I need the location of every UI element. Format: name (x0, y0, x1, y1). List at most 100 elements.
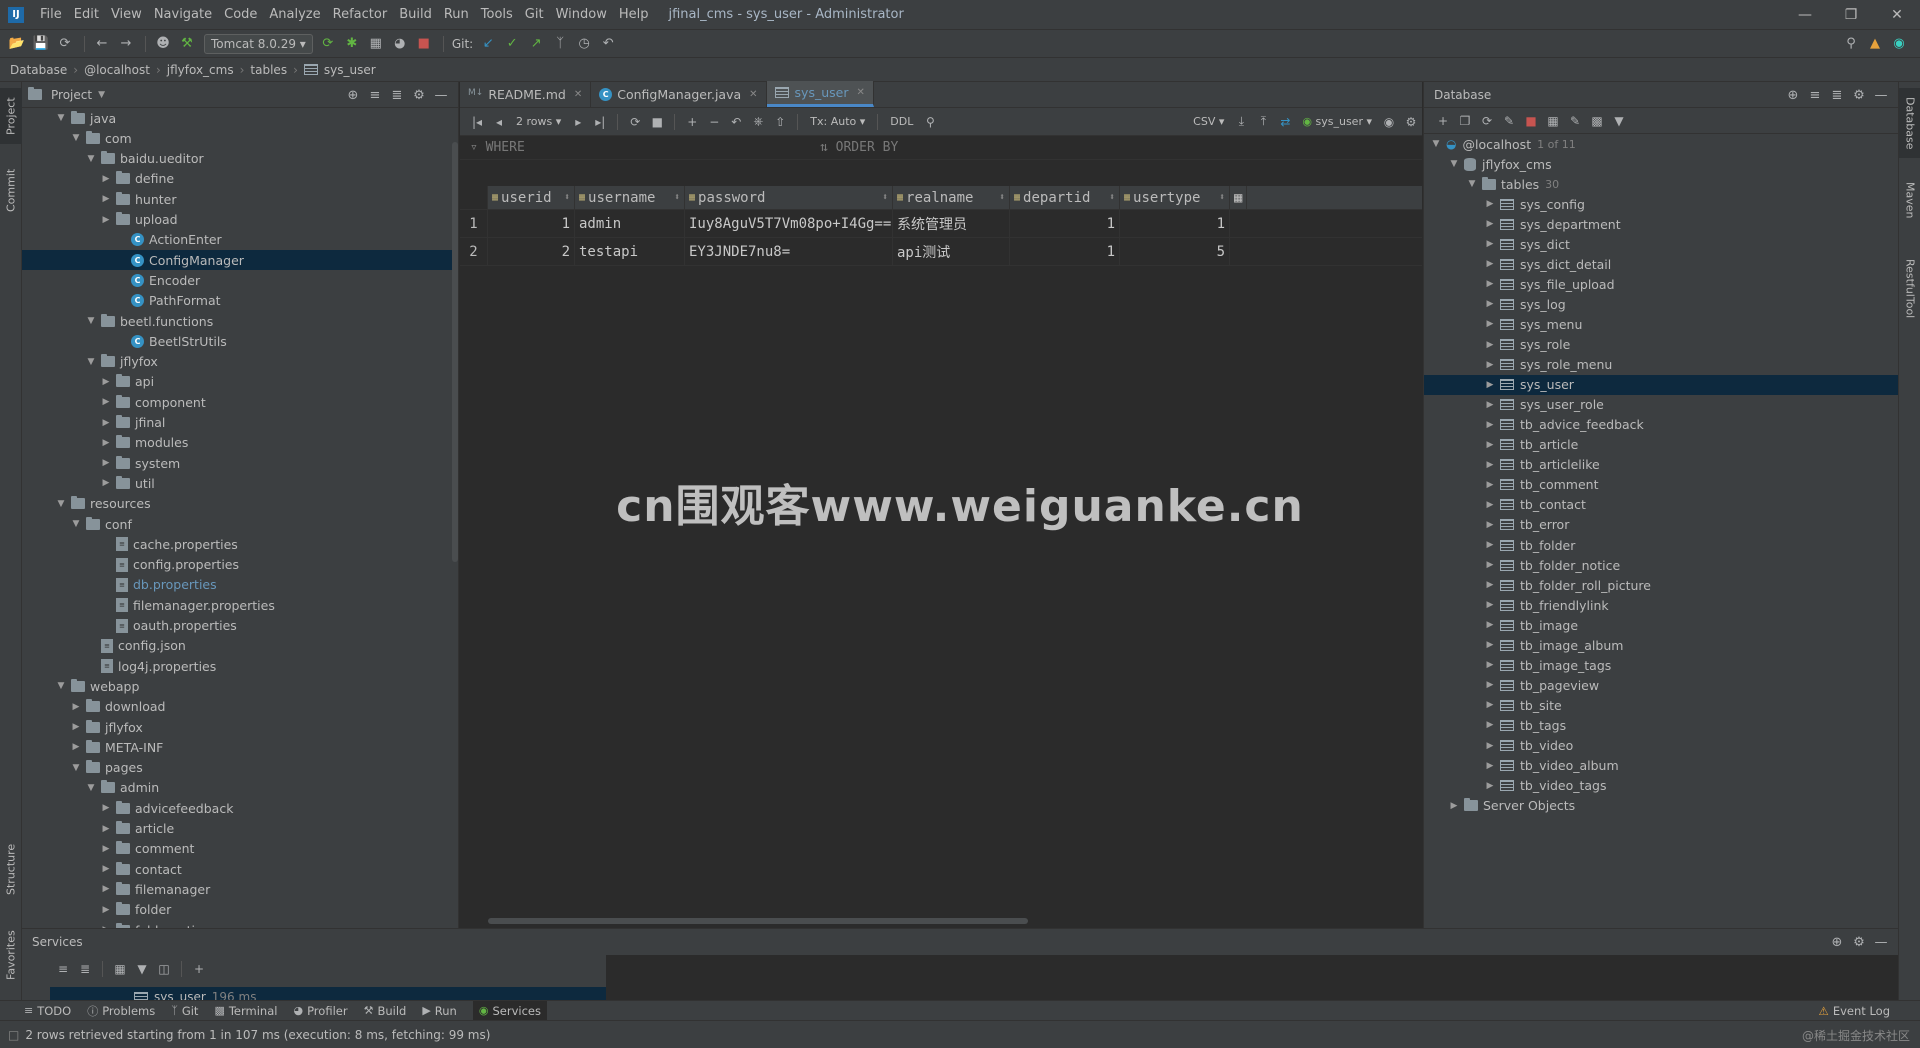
close-icon[interactable]: ✕ (856, 87, 864, 98)
tree-item[interactable]: C BeetlStrUtils (22, 331, 452, 351)
db-tree-item[interactable]: ▶ tb_image_tags (1424, 655, 1899, 675)
tree-item[interactable]: ▶ comment (22, 839, 452, 859)
chevron-right-icon[interactable]: ▶ (70, 742, 82, 752)
table-cell[interactable]: 1 (1010, 238, 1120, 265)
collapse-all-icon[interactable]: ≣ (386, 88, 408, 103)
sort-icon[interactable]: ⬍ (999, 192, 1005, 203)
where-filter-input[interactable]: ▿ WHERE (460, 140, 790, 155)
hide-icon[interactable]: — (1870, 88, 1892, 103)
chevron-right-icon[interactable]: ▶ (1484, 761, 1496, 771)
chevron-down-icon[interactable]: ▼ (1430, 139, 1442, 149)
console-icon[interactable]: ▩ (1586, 114, 1608, 128)
submit-icon[interactable]: ⎈ (747, 114, 769, 129)
jetbrains-logo-icon[interactable]: ◉ (1888, 33, 1910, 55)
tab-todo[interactable]: ≡ TODO (24, 1004, 71, 1018)
tree-item[interactable]: ▶ util (22, 473, 452, 493)
table-cell[interactable]: 5 (1120, 238, 1230, 265)
view-icon[interactable]: ◉ (1378, 115, 1400, 129)
db-tree-item[interactable]: ▶ tb_folder (1424, 535, 1899, 555)
locate-icon[interactable]: ⊕ (1826, 935, 1848, 950)
tree-item[interactable]: ▼ admin (22, 778, 452, 798)
tab-problems[interactable]: ⓘ Problems (87, 1003, 155, 1019)
breadcrumb-item[interactable]: tables (250, 63, 287, 77)
db-tree-item[interactable]: ▶ sys_role (1424, 335, 1899, 355)
table-cell[interactable]: admin (575, 210, 685, 237)
tree-item[interactable]: C Encoder (22, 270, 452, 290)
debug-icon[interactable]: ✱ (341, 33, 363, 55)
db-tree-item[interactable]: ▶ tb_advice_feedback (1424, 415, 1899, 435)
chevron-right-icon[interactable]: ▶ (1484, 560, 1496, 570)
last-page-icon[interactable]: ▸| (589, 115, 611, 129)
hide-icon[interactable]: — (430, 88, 452, 103)
tree-item[interactable]: ▶ folder (22, 900, 452, 920)
gear-icon[interactable]: ⚙ (1848, 88, 1870, 103)
chevron-down-icon[interactable]: ▼ (55, 499, 67, 509)
export-format-select[interactable]: CSV ▾ (1193, 115, 1224, 128)
collapse-all-icon[interactable]: ≣ (1826, 88, 1848, 103)
filter-icon[interactable]: ▼ (1608, 114, 1630, 128)
column-header[interactable]: ▦ departid ⬍ (1010, 186, 1120, 209)
db-tree-item[interactable]: ▶ tb_video_tags (1424, 776, 1899, 796)
db-tree-item[interactable]: ▶ tb_comment (1424, 475, 1899, 495)
chevron-right-icon[interactable]: ▶ (70, 702, 82, 712)
breadcrumb-item[interactable]: jflyfox_cms (167, 63, 234, 77)
tab-terminal[interactable]: ▩ Terminal (214, 1004, 277, 1018)
coverage-icon[interactable]: ▦ (365, 33, 387, 55)
tree-item[interactable]: C ActionEnter (22, 230, 452, 250)
chevron-down-icon[interactable]: ▼ (85, 357, 97, 367)
db-tree-item[interactable]: ▶ tb_contact (1424, 495, 1899, 515)
tree-item[interactable]: ▶ upload (22, 210, 452, 230)
chevron-right-icon[interactable]: ▶ (100, 905, 112, 915)
chevron-right-icon[interactable]: ▶ (1484, 580, 1496, 590)
tree-item[interactable]: ▶ jflyfox (22, 717, 452, 737)
chevron-right-icon[interactable]: ▶ (1484, 299, 1496, 309)
column-header[interactable]: ▦ realname ⬍ (893, 186, 1010, 209)
group-icon[interactable]: ▦ (109, 962, 131, 976)
db-tree-item[interactable]: ▶ sys_config (1424, 194, 1899, 214)
db-tree-item[interactable]: ▶ tb_folder_roll_picture (1424, 575, 1899, 595)
db-tree-item[interactable]: ▶ tb_friendlylink (1424, 595, 1899, 615)
disconnect-icon[interactable]: ■ (1520, 114, 1542, 128)
gear-icon[interactable]: ⚙ (408, 88, 430, 103)
chevron-down-icon[interactable]: ▼ (85, 316, 97, 326)
db-tree-item[interactable]: ▶ sys_user (1424, 374, 1899, 395)
gear-icon[interactable]: ⚙ (1848, 935, 1870, 950)
menu-tools[interactable]: Tools (475, 0, 519, 29)
chevron-right-icon[interactable]: ▶ (1484, 680, 1496, 690)
grid-horizontal-scrollbar[interactable] (488, 918, 1028, 924)
menu-code[interactable]: Code (218, 0, 263, 29)
chevron-right-icon[interactable]: ▶ (100, 458, 112, 468)
build-hammer-icon[interactable]: ⚒ (176, 33, 198, 55)
chevron-down-icon[interactable]: ▼ (70, 763, 82, 773)
db-tree-item[interactable]: ▶ tb_video_album (1424, 756, 1899, 776)
chevron-right-icon[interactable]: ▶ (100, 844, 112, 854)
chevron-right-icon[interactable]: ▶ (100, 174, 112, 184)
sort-icon[interactable]: ⬍ (1109, 192, 1115, 203)
table-row[interactable]: 2 2 testapi EY3JNDE7nu8= api测试 1 5 (460, 238, 1422, 266)
menu-help[interactable]: Help (613, 0, 655, 29)
tree-item[interactable]: ▶ component (22, 392, 452, 412)
tree-item[interactable]: ▶foldernotice (22, 920, 452, 928)
db-tree-item[interactable]: ▶ tb_folder_notice (1424, 555, 1899, 575)
chevron-right-icon[interactable]: ▶ (1484, 380, 1496, 390)
menu-refactor[interactable]: Refactor (327, 0, 394, 29)
upload-icon[interactable]: ⇧ (769, 115, 791, 129)
locate-icon[interactable]: ⊕ (1782, 88, 1804, 103)
tool-tab-structure[interactable]: Structure (0, 834, 22, 904)
db-tree-item[interactable]: ▶ sys_dict_detail (1424, 254, 1899, 274)
back-icon[interactable]: ← (91, 33, 113, 55)
close-icon[interactable]: ✕ (749, 89, 757, 100)
chevron-right-icon[interactable]: ▶ (1484, 360, 1496, 370)
chevron-right-icon[interactable]: ▶ (1484, 279, 1496, 289)
chevron-right-icon[interactable]: ▶ (1484, 500, 1496, 510)
breadcrumb-item[interactable]: Database (10, 63, 67, 77)
chevron-right-icon[interactable]: ▶ (1484, 219, 1496, 229)
tree-item[interactable]: ▶ api (22, 372, 452, 392)
tool-tab-restfultool[interactable]: RestfulTool (1899, 246, 1920, 332)
tree-item[interactable]: ▶ jfinal (22, 413, 452, 433)
chevron-right-icon[interactable]: ▶ (1484, 620, 1496, 630)
chevron-right-icon[interactable]: ▶ (100, 824, 112, 834)
expand-all-icon[interactable]: ≡ (364, 88, 386, 103)
chevron-right-icon[interactable]: ▶ (1484, 781, 1496, 791)
table-cell[interactable]: 1 (1120, 210, 1230, 237)
